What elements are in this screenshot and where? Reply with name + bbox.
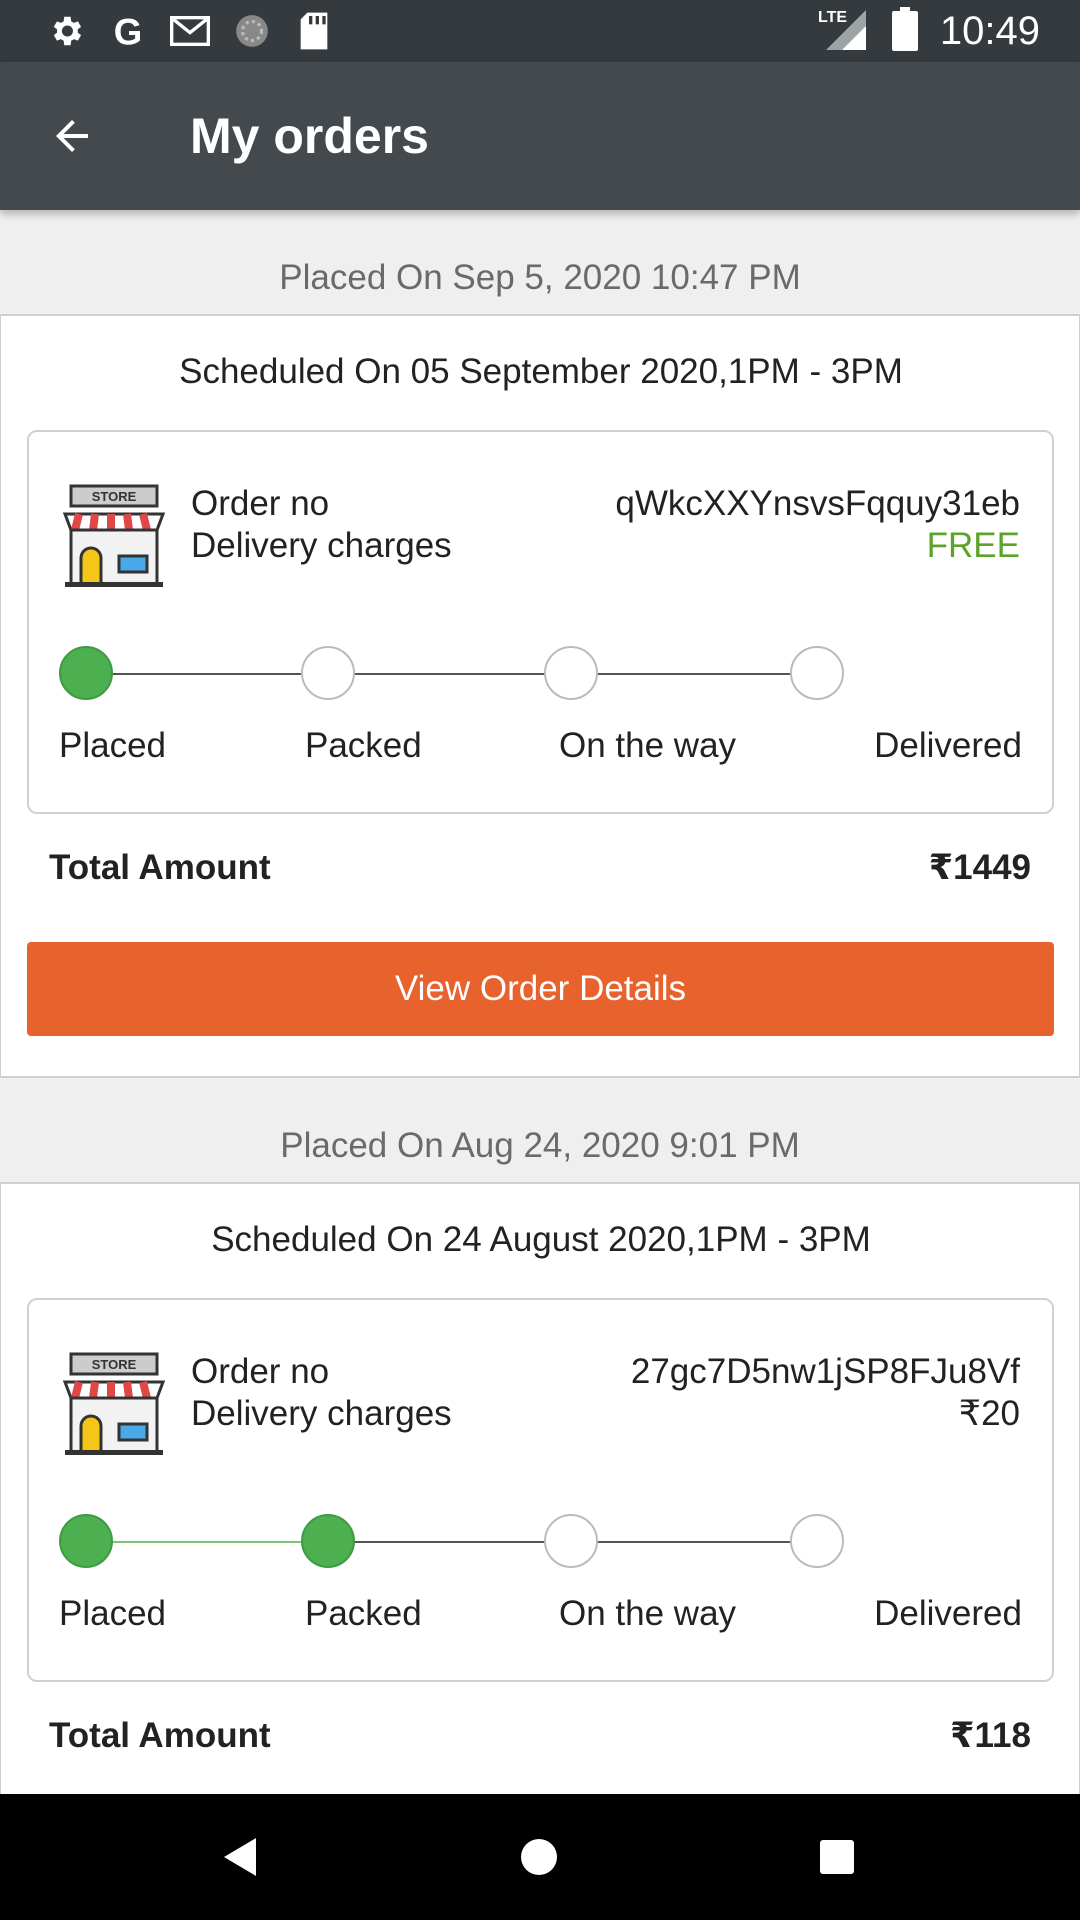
placed-on-date: Placed On Aug 24, 2020 9:01 PM: [280, 1126, 800, 1165]
progress-segment: [111, 673, 301, 675]
store-icon: STORE: [62, 484, 166, 587]
delivery-charges-label: Delivery charges: [191, 526, 452, 565]
sync-icon: [232, 11, 272, 51]
svg-text:STORE: STORE: [92, 489, 137, 504]
stage-label-on-the-way: On the way: [559, 1594, 737, 1633]
stage-dot-packed: [301, 646, 355, 700]
total-amount-value: ₹1449: [928, 848, 1031, 887]
stage-label-on-the-way: On the way: [559, 726, 737, 765]
stage-label-placed: Placed: [59, 726, 167, 765]
battery-icon: [891, 6, 918, 56]
status-bar: G LTE 10:49: [0, 0, 1080, 62]
order-progress: [29, 1512, 1056, 1572]
svg-text:G: G: [114, 11, 143, 51]
stage-label-placed: Placed: [59, 1594, 167, 1633]
svg-text:LTE: LTE: [818, 9, 847, 26]
stage-dot-placed: [59, 646, 113, 700]
progress-segment: [353, 673, 545, 675]
store-icon: STORE: [62, 1352, 166, 1455]
back-button[interactable]: [42, 106, 102, 166]
delivery-charges-value: ₹20: [958, 1394, 1020, 1433]
progress-segment: [597, 673, 791, 675]
order-no-value: qWkcXXYnsvsFqquy31eb: [615, 484, 1020, 523]
placed-on-date: Placed On Sep 5, 2020 10:47 PM: [279, 258, 801, 297]
svg-text:STORE: STORE: [92, 1357, 137, 1372]
signal-icon: LTE: [818, 6, 870, 57]
total-amount-label: Total Amount: [49, 848, 271, 887]
arrow-left-icon: [56, 120, 88, 152]
order-no-value: 27gc7D5nw1jSP8FJu8Vf: [630, 1352, 1020, 1391]
stage-dot-on-the-way: [544, 646, 598, 700]
order-summary: STORE Order no Delivery charges qWkcXXYn…: [27, 430, 1054, 814]
delivery-charges-value: FREE: [926, 526, 1020, 565]
stage-dot-delivered: [790, 1514, 844, 1568]
view-order-details-button[interactable]: View Order Details: [27, 942, 1054, 1036]
stage-label-delivered: Delivered: [874, 1594, 1022, 1633]
stage-dot-on-the-way: [544, 1514, 598, 1568]
progress-segment: [353, 1541, 545, 1543]
status-time: 10:49: [939, 8, 1040, 53]
stage-dot-placed: [59, 1514, 113, 1568]
order-card: Scheduled On 24 August 2020,1PM - 3PM ST…: [0, 1182, 1080, 1822]
stage-dot-delivered: [790, 646, 844, 700]
app-bar: My orders: [0, 62, 1080, 210]
sd-card-icon: [294, 11, 334, 51]
order-no-label: Order no: [191, 484, 330, 523]
order-summary: STORE Order no Delivery charges 27gc7D5n…: [27, 1298, 1054, 1682]
page-title: My orders: [190, 108, 429, 164]
scheduled-date: Scheduled On 05 September 2020,1PM - 3PM: [179, 352, 903, 391]
order-card: Scheduled On 05 September 2020,1PM - 3PM…: [0, 314, 1080, 1078]
order-no-label: Order no: [191, 1352, 330, 1391]
total-amount-label: Total Amount: [49, 1716, 271, 1755]
total-amount-value: ₹118: [950, 1716, 1031, 1755]
google-icon: G: [108, 11, 148, 51]
stage-label-delivered: Delivered: [874, 726, 1022, 765]
nav-recent-icon[interactable]: [812, 1832, 862, 1882]
system-nav-bar: [0, 1794, 1080, 1920]
stage-label-packed: Packed: [305, 726, 422, 765]
settings-icon: [46, 11, 86, 51]
progress-segment: [111, 1541, 301, 1543]
gmail-icon: [170, 11, 210, 51]
stage-dot-packed: [301, 1514, 355, 1568]
stage-label-packed: Packed: [305, 1594, 422, 1633]
progress-segment: [597, 1541, 791, 1543]
nav-home-icon[interactable]: [514, 1832, 564, 1882]
scheduled-date: Scheduled On 24 August 2020,1PM - 3PM: [211, 1220, 871, 1259]
delivery-charges-label: Delivery charges: [191, 1394, 452, 1433]
nav-back-icon[interactable]: [216, 1832, 266, 1882]
order-progress: [29, 644, 1056, 704]
